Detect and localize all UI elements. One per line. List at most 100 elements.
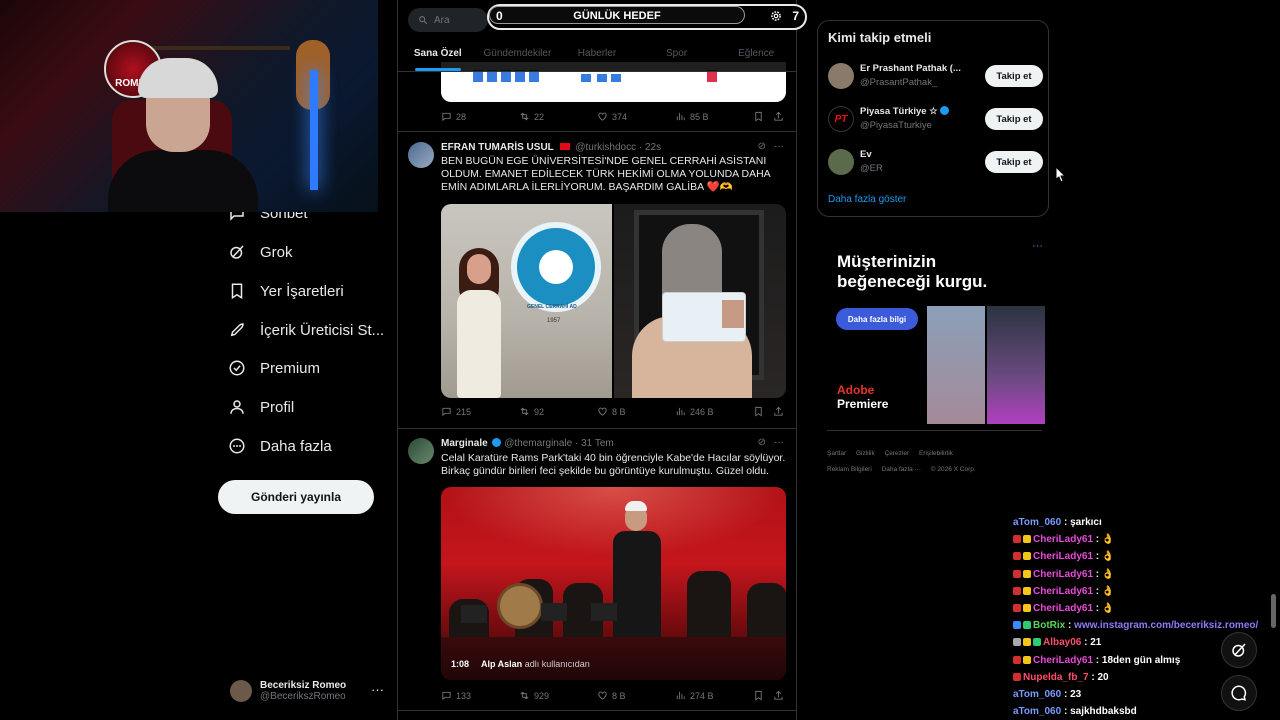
reply-button[interactable]: 28	[441, 111, 466, 122]
chat-username[interactable]: Nupelda_fb_7	[1023, 672, 1089, 683]
chat-username[interactable]: Albay06	[1043, 637, 1081, 648]
tweet-time[interactable]: 22s	[645, 142, 661, 153]
tweet-author-handle[interactable]: @themarginale	[504, 438, 572, 449]
chat-username[interactable]: aTom_060	[1013, 706, 1061, 717]
like-button[interactable]: 8 B	[597, 690, 626, 701]
nav-item-bookmarks[interactable]: Yer İşaretleri	[228, 282, 344, 300]
show-more-link[interactable]: Daha fazla göster	[828, 194, 906, 205]
scrollbar[interactable]	[1271, 594, 1276, 628]
footer-link[interactable]: Şartlar	[827, 450, 846, 457]
chat-username[interactable]: aTom_060	[1013, 517, 1061, 528]
more-icon[interactable]: ···	[774, 437, 784, 448]
sponsored-ad[interactable]: ··· Müşterinizin beğeneceği kurgu. Daha …	[827, 240, 1047, 431]
tweet-time[interactable]: 31 Tem	[581, 438, 614, 449]
footer-link[interactable]: Erişilebilirlik	[919, 450, 953, 457]
tab-news[interactable]: Haberler	[557, 44, 637, 72]
chat-badge-icon	[1033, 638, 1041, 647]
chat-username[interactable]: CheriLady61	[1033, 551, 1093, 562]
avatar[interactable]: PT	[828, 106, 854, 132]
more-icon[interactable]: ···	[774, 141, 784, 152]
previous-tweet-actions: 28 22 374 85 B	[441, 111, 786, 125]
repost-button[interactable]: 92	[519, 406, 544, 417]
repost-button[interactable]: 929	[519, 690, 549, 701]
share-button[interactable]	[773, 690, 784, 701]
views-button[interactable]: 274 B	[675, 690, 714, 701]
messages-button[interactable]	[1221, 675, 1257, 711]
footer-link[interactable]: Daha fazla ···	[882, 466, 921, 473]
chat-username[interactable]: CheriLady61	[1033, 603, 1093, 614]
chat-separator: :	[1093, 568, 1102, 580]
chat-separator: :	[1093, 585, 1102, 597]
tab-sports[interactable]: Spor	[637, 44, 717, 72]
goal-title: GÜNLÜK HEDEF	[573, 10, 661, 22]
nav-item-premium[interactable]: Premium	[228, 359, 320, 377]
nav-item-more[interactable]: Daha fazla	[228, 437, 332, 455]
chat-username[interactable]: CheriLady61	[1033, 586, 1093, 597]
bookmark-button[interactable]	[753, 406, 764, 417]
chat-link[interactable]: www.instagram.com/beceriksiz.romeo/	[1074, 620, 1258, 631]
avatar[interactable]	[828, 63, 854, 89]
bookmark-button[interactable]	[753, 690, 764, 701]
video-credit[interactable]: Alp Aslan adlı kullanıcıdan	[481, 659, 590, 669]
chart-bar	[581, 74, 591, 82]
chat-text: 👌	[1101, 534, 1115, 546]
chat-username[interactable]: aTom_060	[1013, 689, 1061, 700]
search-input[interactable]: Ara	[408, 8, 488, 32]
chat-text: 👌	[1101, 585, 1115, 597]
chat-badge-icon	[1013, 672, 1021, 681]
chat-text: sajkhdbaksbd	[1070, 706, 1137, 718]
tweet-photo[interactable]: GENEL CERRAHİ AD 1957	[441, 204, 612, 398]
chat-username[interactable]: CheriLady61	[1033, 655, 1093, 666]
follow-button[interactable]: Takip et	[985, 151, 1043, 173]
tab-trending[interactable]: Gündemdekiler	[478, 44, 558, 72]
more-icon[interactable]: ···	[371, 682, 384, 697]
follow-suggestion[interactable]: PT Piyasa Türkiye ☆ @PiyasaTturkiye Taki…	[828, 104, 1043, 136]
chat-username[interactable]: BotRix	[1033, 620, 1065, 631]
bookmark-button[interactable]	[753, 111, 764, 122]
nav-item-profile[interactable]: Profil	[228, 398, 294, 416]
footer-link[interactable]: Çerezler	[885, 450, 910, 457]
like-button[interactable]: 8 B	[597, 406, 626, 417]
tweet-header: EFRAN TUMARİS USUL @turkishdocc · 22s	[441, 142, 662, 153]
avatar[interactable]	[828, 149, 854, 175]
reply-button[interactable]: 215	[441, 406, 471, 417]
tweet-author-name[interactable]: EFRAN TUMARİS USUL	[441, 142, 554, 153]
nav-item-label: Profil	[260, 398, 295, 416]
follow-suggestion[interactable]: Er Prashant Pathak (... @PrasantPathak_ …	[828, 61, 1043, 93]
chat-username[interactable]: CheriLady61	[1033, 569, 1093, 580]
reply-button[interactable]: 133	[441, 690, 471, 701]
views-button[interactable]: 246 B	[675, 406, 714, 417]
more-icon[interactable]: ···	[1032, 240, 1043, 252]
chat-grok-button[interactable]	[1221, 632, 1257, 668]
share-button[interactable]	[773, 406, 784, 417]
repost-button[interactable]: 22	[519, 111, 544, 122]
grok-icon[interactable]: ⊘	[758, 437, 766, 448]
chat-username[interactable]: CheriLady61	[1033, 534, 1093, 545]
follow-button[interactable]: Takip et	[985, 65, 1043, 87]
tweet-photo[interactable]	[614, 204, 786, 398]
follow-button[interactable]: Takip et	[985, 108, 1043, 130]
chat-message: CheriLady61 : 👌	[1013, 583, 1278, 600]
nav-item-grok[interactable]: Grok	[228, 243, 293, 261]
share-button[interactable]	[773, 111, 784, 122]
footer-link[interactable]: Gizlilik	[856, 450, 875, 457]
ad-brand: Premiere	[837, 397, 889, 411]
account-switcher[interactable]: Beceriksiz Romeo @BecerikszRomeo ···	[230, 676, 390, 706]
person-icon	[230, 400, 244, 414]
avatar[interactable]	[408, 438, 434, 464]
grok-icon[interactable]: ⊘	[758, 141, 766, 152]
like-button[interactable]: 374	[597, 111, 627, 122]
tweet-author-name[interactable]: Marginale	[441, 438, 488, 449]
tweet-author-handle[interactable]: @turkishdocc	[575, 142, 636, 153]
avatar[interactable]	[408, 142, 434, 168]
nav-item-creator-studio[interactable]: İçerik Üreticisi St...	[228, 321, 384, 339]
views-button[interactable]: 85 B	[675, 111, 709, 122]
follow-suggestion[interactable]: Ev @ER Takip et	[828, 147, 1043, 179]
bookmark-icon	[755, 111, 762, 122]
ad-cta-button[interactable]: Daha fazla bilgi	[836, 308, 918, 330]
tab-for-you[interactable]: Sana Özel	[398, 44, 478, 72]
tweet-video[interactable]: 1:08 Alp Aslan adlı kullanıcıdan	[441, 487, 786, 680]
post-button[interactable]: Gönderi yayınla	[218, 480, 374, 514]
tab-entertainment[interactable]: Eğlence	[716, 44, 796, 72]
footer-link[interactable]: Reklam Bilgileri	[827, 466, 872, 473]
